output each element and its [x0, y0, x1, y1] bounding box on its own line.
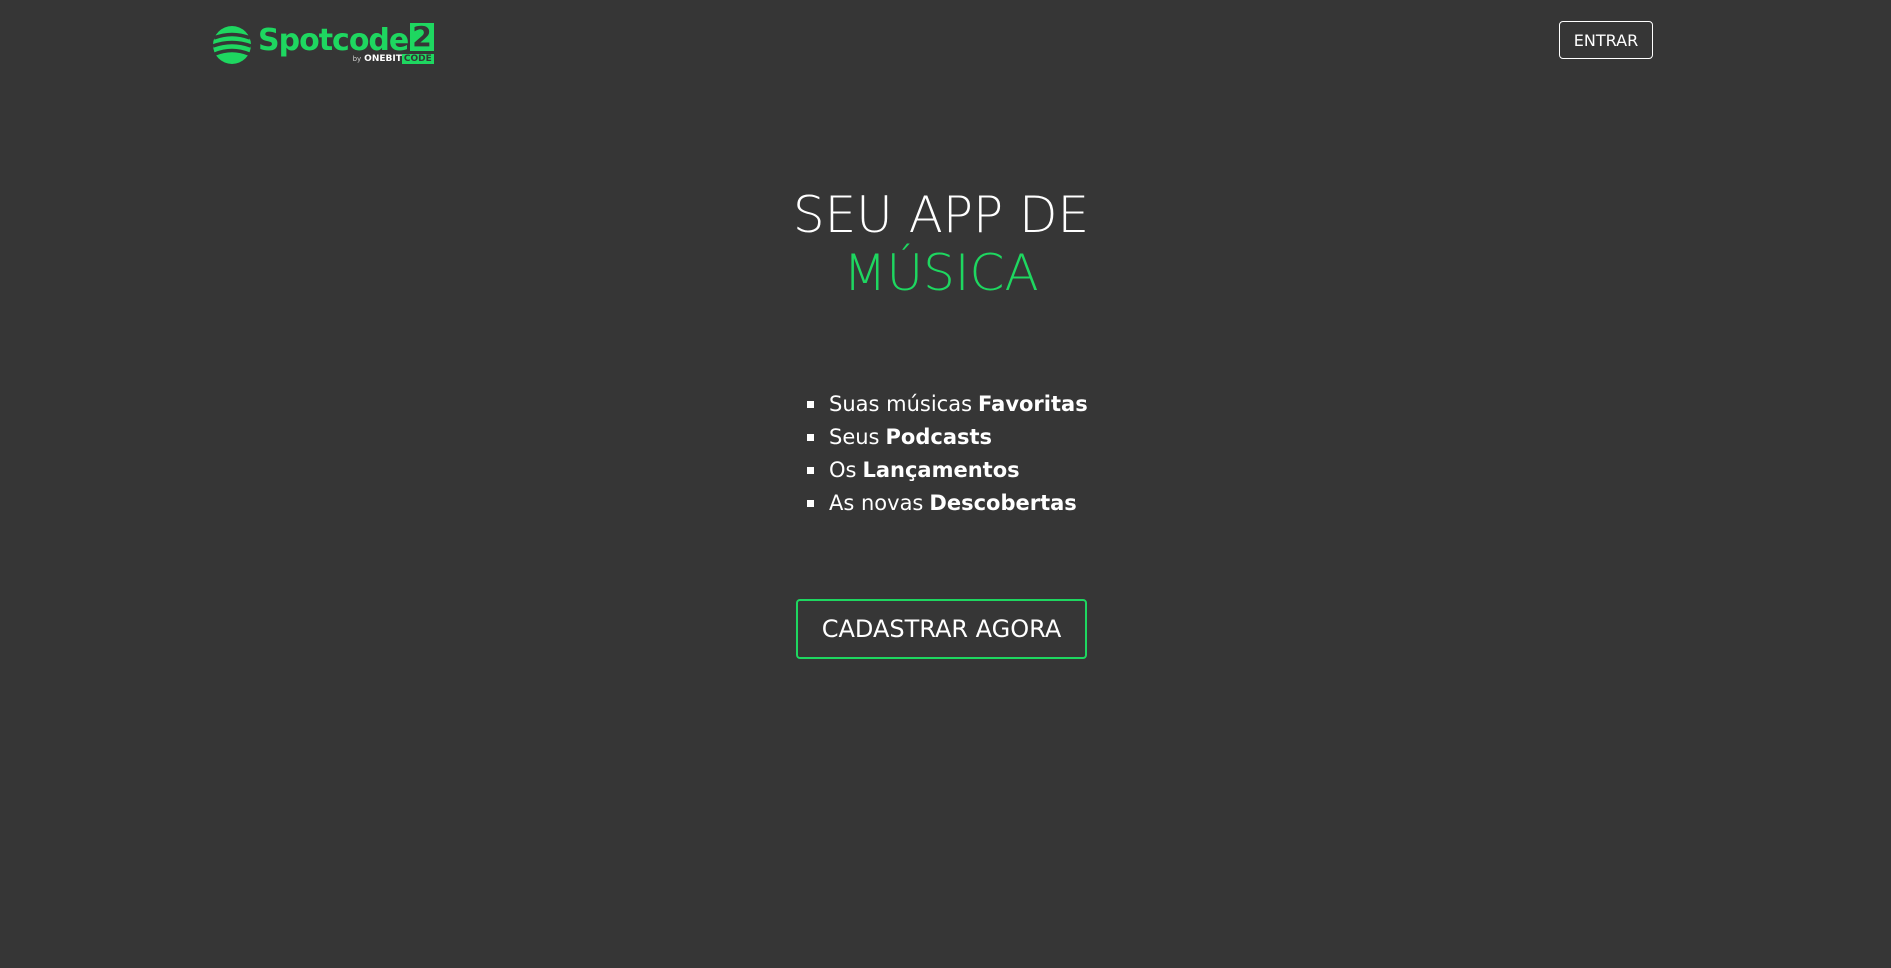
logo-code-text: CODE: [401, 54, 434, 64]
list-item: Suas músicas Favoritas: [804, 388, 1088, 421]
feature-highlight: Lançamentos: [862, 458, 1020, 482]
list-item: Os Lançamentos: [804, 454, 1088, 487]
feature-list: Suas músicas Favoritas Seus Podcasts Os …: [804, 388, 1088, 520]
spotcode-logo[interactable]: Spotcode 2 by ONEBIT CODE: [212, 20, 434, 70]
logo-wordmark: Spotcode 2: [258, 20, 434, 58]
list-item: Seus Podcasts: [804, 421, 1088, 454]
list-item: As novas Descobertas: [804, 487, 1088, 520]
signup-now-button[interactable]: CADASTRAR AGORA: [796, 599, 1087, 659]
enter-button[interactable]: ENTRAR: [1559, 21, 1653, 59]
feature-prefix: Os: [829, 458, 857, 482]
logo-onebit-text: ONEBIT: [364, 54, 402, 64]
logo-number-badge: 2: [410, 20, 434, 53]
logo-by-text: by: [352, 55, 362, 63]
bullet-icon: [807, 434, 814, 441]
hero-title-line1: SEU APP DE: [792, 186, 1090, 244]
hero-title: SEU APP DE MÚSICA: [0, 186, 1882, 302]
feature-highlight: Descobertas: [929, 491, 1077, 515]
logo-byline: by ONEBIT CODE: [353, 54, 434, 65]
landing-page: Spotcode 2 by ONEBIT CODE ENTRAR SEU APP DE…: [0, 0, 1891, 968]
bullet-icon: [807, 401, 814, 408]
feature-prefix: Suas músicas: [829, 392, 973, 416]
feature-highlight: Podcasts: [885, 425, 993, 449]
logo-text: Spotcode 2 by ONEBIT CODE: [258, 20, 434, 70]
feature-highlight: Favoritas: [978, 392, 1088, 416]
feature-prefix: Seus: [829, 425, 880, 449]
feature-prefix: As novas: [829, 491, 924, 515]
bullet-icon: [807, 467, 814, 474]
hero-title-line2: MÚSICA: [843, 244, 1039, 302]
spotify-waves-icon: [212, 26, 252, 64]
bullet-icon: [807, 500, 814, 507]
